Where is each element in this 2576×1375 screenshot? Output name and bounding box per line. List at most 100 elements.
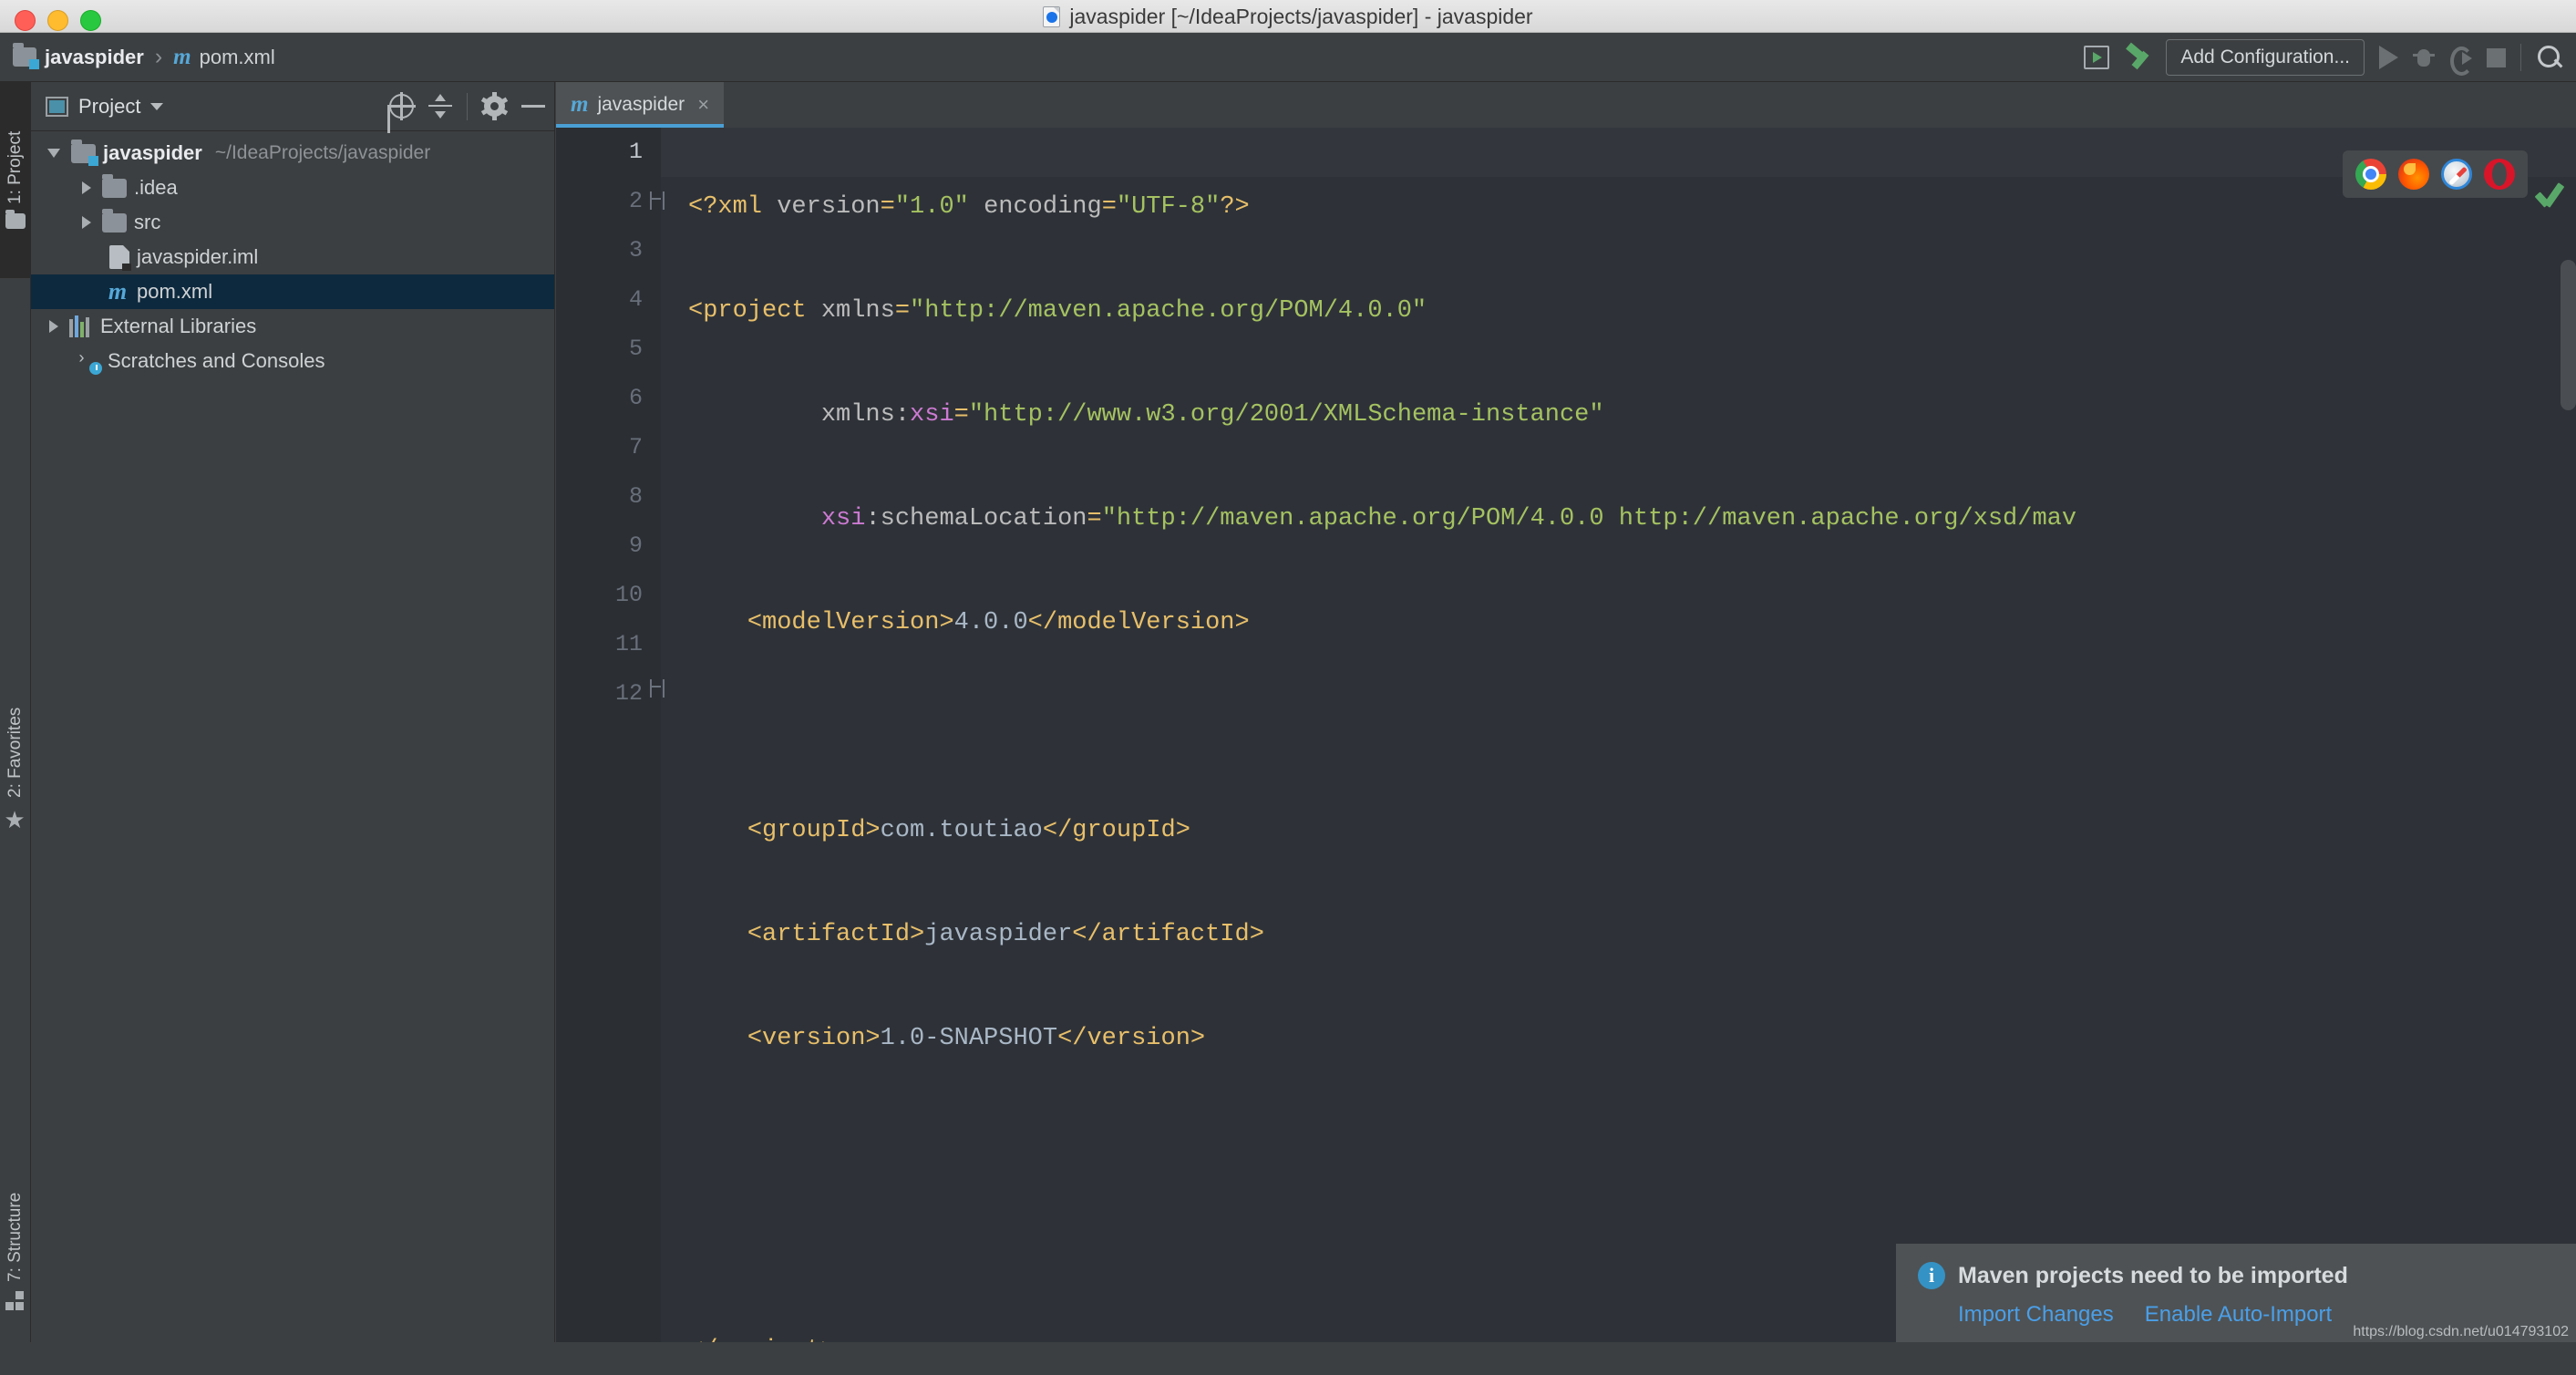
tree-item-label: .idea [134, 176, 178, 199]
enable-auto-import-link[interactable]: Enable Auto-Import [2145, 1302, 2332, 1328]
collapse-all-icon[interactable] [428, 94, 452, 119]
add-configuration-button[interactable]: Add Configuration... [2166, 39, 2365, 76]
inspection-ok-icon[interactable] [2532, 181, 2565, 212]
safari-icon[interactable] [2441, 159, 2472, 190]
sidebar-item-structure[interactable]: 7: Structure [0, 1140, 31, 1363]
code-editor[interactable]: 1 2 3 4 5 6 7 8 9 10 11 12 <?xml version… [556, 128, 2576, 1375]
run-in-box-icon[interactable] [2084, 46, 2110, 69]
tab-label: javaspider [597, 94, 685, 115]
chrome-icon[interactable] [2355, 159, 2386, 190]
folder-icon [102, 173, 127, 198]
tree-item-label: pom.xml [137, 280, 213, 303]
browser-preview-bar [2343, 150, 2528, 198]
libraries-icon [69, 315, 93, 337]
window-titlebar: javaspider [~/IdeaProjects/javaspider] -… [0, 0, 2576, 33]
line-number: 2 [628, 188, 643, 214]
navigation-bar: javaspider › m pom.xml Add Configuration… [0, 33, 2576, 82]
chevron-right-icon[interactable] [82, 181, 91, 194]
code-fold-icon[interactable] [650, 679, 665, 698]
project-panel-title[interactable]: Project [46, 94, 164, 119]
play-icon[interactable] [2379, 46, 2398, 69]
line-number: 6 [628, 385, 643, 411]
line-number: 1 [628, 139, 643, 165]
line-number: 10 [614, 582, 643, 608]
sidebar-item-project[interactable]: 1: Project [0, 82, 31, 278]
close-icon[interactable]: × [697, 93, 709, 117]
toolbar-divider [2520, 44, 2521, 71]
line-number: 11 [614, 631, 643, 657]
breadcrumb-separator-icon: › [154, 44, 163, 69]
project-panel-actions [387, 92, 545, 120]
tree-item-pom-xml[interactable]: m pom.xml [31, 274, 554, 309]
settings-icon[interactable] [480, 92, 509, 120]
tree-item-external-libraries[interactable]: External Libraries [31, 309, 554, 344]
chevron-down-icon[interactable] [150, 102, 164, 110]
notification-title: Maven projects need to be imported [1958, 1262, 2348, 1288]
code-line-7: <groupId>com.toutiao</groupId> [747, 817, 1190, 844]
tree-item-javaspider[interactable]: javaspider ~/IdeaProjects/javaspider [31, 136, 554, 171]
coverage-icon[interactable] [2449, 46, 2473, 76]
search-icon[interactable] [2536, 44, 2563, 71]
line-number-gutter: 1 2 3 4 5 6 7 8 9 10 11 12 [556, 128, 665, 1375]
firefox-icon[interactable] [2398, 159, 2429, 190]
stop-icon[interactable] [2487, 47, 2506, 67]
tree-item-label: javaspider [103, 141, 202, 164]
tree-item-src[interactable]: src [31, 205, 554, 240]
locate-icon[interactable] [387, 92, 416, 120]
line-number: 7 [628, 434, 643, 460]
opera-icon[interactable] [2484, 159, 2515, 190]
line-number: 12 [614, 680, 643, 707]
chevron-right-icon[interactable] [82, 216, 91, 229]
code-line-5: <modelVersion>4.0.0</modelVersion> [747, 609, 1250, 636]
structure-icon [5, 1290, 26, 1311]
hammer-icon[interactable] [2124, 42, 2151, 71]
project-panel-title-label: Project [78, 94, 141, 118]
module-folder-icon [13, 43, 39, 69]
star-icon: ★ [2, 806, 29, 834]
project-tool-window: Project javaspider ~/IdeaProjects/javasp… [31, 82, 555, 1375]
tab-javaspider[interactable]: m javaspider × [556, 82, 725, 128]
editor-scrollbar[interactable] [2561, 260, 2576, 410]
tree-item-label: External Libraries [100, 315, 257, 337]
editor-area: m javaspider × 1 2 3 4 5 6 7 8 9 10 11 1… [556, 82, 2576, 1375]
watermark-text: https://blog.csdn.net/u014793102 [2353, 1324, 2569, 1339]
bug-icon[interactable] [2413, 46, 2435, 69]
folder-icon [5, 213, 26, 230]
breadcrumb-file[interactable]: m pom.xml [173, 45, 275, 70]
maven-file-icon: m [571, 92, 589, 117]
line-number: 8 [628, 483, 643, 510]
scratches-icon: › [77, 350, 102, 375]
main-toolbar: Add Configuration... [2084, 33, 2563, 82]
line-number: 4 [628, 286, 643, 313]
chevron-right-icon[interactable] [49, 320, 58, 333]
breadcrumb-project-label: javaspider [45, 45, 144, 68]
hide-panel-icon[interactable] [521, 105, 545, 108]
tree-item-label: javaspider.iml [137, 245, 259, 268]
code-content[interactable]: <?xml version="1.0" encoding="UTF-8"?> <… [688, 128, 2576, 1375]
line-number: 9 [628, 532, 643, 559]
project-view-icon [46, 96, 68, 117]
iml-file-icon [109, 245, 131, 271]
code-line-3: xmlns:xsi="http://www.w3.org/2001/XMLSch… [820, 401, 1604, 429]
code-line-9: <version>1.0-SNAPSHOT</version> [747, 1025, 1206, 1052]
tree-item-scratches-and-consoles[interactable]: › Scratches and Consoles [31, 344, 554, 378]
code-line-4: xsi:schemaLocation="http://maven.apache.… [820, 505, 2077, 532]
code-line-1: <?xml version="1.0" encoding="UTF-8"?> [688, 193, 1250, 221]
rail-label-favorites: 2: Favorites [5, 707, 25, 798]
tree-item-javaspider-iml[interactable]: javaspider.iml [31, 240, 554, 274]
code-line-8: <artifactId>javaspider</artifactId> [747, 921, 1264, 948]
tree-item-idea[interactable]: .idea [31, 171, 554, 205]
import-changes-link[interactable]: Import Changes [1958, 1302, 2114, 1328]
code-fold-icon[interactable] [650, 191, 665, 210]
tree-item-label: Scratches and Consoles [108, 349, 325, 372]
sidebar-item-favorites[interactable]: ★ 2: Favorites [0, 666, 31, 875]
tree-item-label: src [134, 211, 161, 233]
app-document-icon [1043, 5, 1061, 27]
notification-header: i Maven projects need to be imported [1918, 1262, 2554, 1289]
info-icon: i [1918, 1262, 1945, 1289]
chevron-down-icon[interactable] [47, 149, 60, 158]
tool-window-rail: 1: Project ★ 2: Favorites 7: Structure [0, 82, 31, 1375]
breadcrumb-project[interactable]: javaspider [13, 43, 144, 69]
maven-file-icon: m [108, 278, 128, 305]
